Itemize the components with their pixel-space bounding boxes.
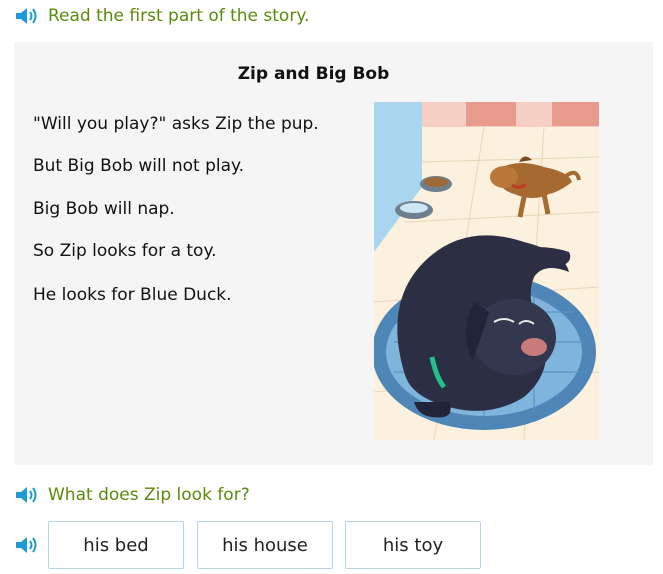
story-line: He looks for Blue Duck.	[33, 285, 232, 305]
story-line: But Big Bob will not play.	[33, 156, 245, 176]
story-panel: Zip and Big Bob "Will you play?" asks Zi…	[14, 42, 653, 465]
story-line: Big Bob will nap.	[33, 199, 175, 219]
instruction-row: Read the first part of the story.	[14, 4, 309, 28]
story-illustration	[374, 102, 599, 440]
answer-choice-his-bed[interactable]: his bed	[48, 521, 184, 569]
question-row: What does Zip look for?	[14, 483, 250, 507]
speaker-icon[interactable]	[14, 534, 40, 556]
speaker-icon[interactable]	[14, 484, 40, 506]
story-line: So Zip looks for a toy.	[33, 241, 217, 261]
speaker-icon[interactable]	[14, 5, 40, 27]
answer-choice-his-house[interactable]: his house	[197, 521, 333, 569]
story-title: Zip and Big Bob	[237, 64, 390, 84]
instruction-text: Read the first part of the story.	[48, 6, 310, 26]
question-text: What does Zip look for?	[48, 485, 250, 505]
story-line: "Will you play?" asks Zip the pup.	[33, 114, 319, 134]
answer-choice-his-toy[interactable]: his toy	[345, 521, 481, 569]
